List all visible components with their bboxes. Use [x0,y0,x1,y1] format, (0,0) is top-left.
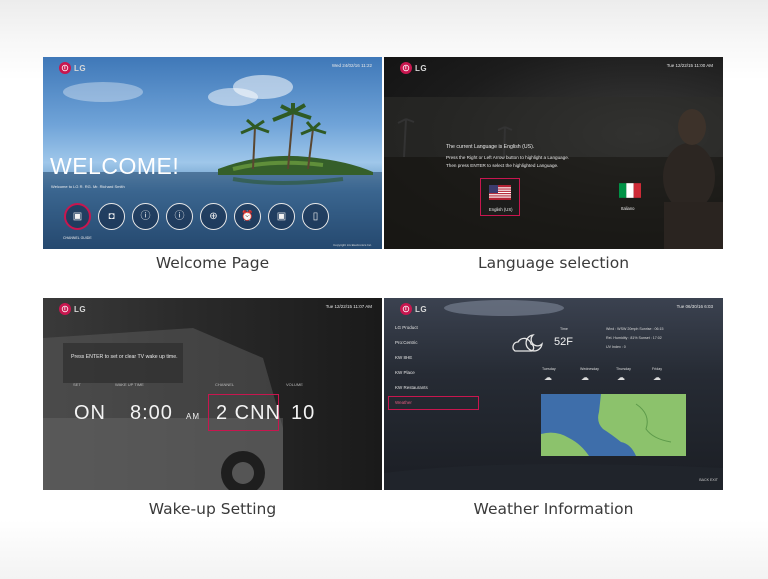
language-option-italian[interactable]: Italiano [616,181,646,215]
clock: Wed 24/02/16 11:22 [331,63,372,68]
active-button-label: CHANNEL GUIDE [63,236,92,240]
weather-information-screenshot: LG Tue 06/30/16 6:03 LG Product Pro:Cent… [384,298,723,490]
europe-map [541,394,686,456]
menu-item-kw-restaurants[interactable]: KW Restaurants [395,385,428,390]
cloud-icon: ☁ [581,373,589,382]
copyright-text: Copyright LG Electronics Inc. [333,243,372,247]
clock: Tue 12/22/15 11:07 AM [325,304,372,309]
wakeup-setting-screenshot: LG Tue 12/22/15 11:07 AM Press ENTER to … [43,298,382,490]
cloud-icon: ☁ [653,373,661,382]
lg-logo-icon [400,62,412,74]
clock: Tue 06/30/16 6:03 [676,304,713,309]
wind-info: Wind : WSW 20mph Sunrise : 06:15 [606,327,664,331]
caption-wakeup: Wake-up Setting [148,500,277,518]
back-exit-hint: BACK EXIT [699,478,718,482]
current-language-text: The current Language is English (US). [446,144,535,150]
cloud-icon: ☁ [617,373,625,382]
label-wakeup-time: WAKE UP TIME [115,382,144,387]
weather-map [541,394,686,456]
wakeup-time-value[interactable]: 8:00 [130,402,173,425]
lg-brand: LG [59,62,86,74]
bag-icon[interactable]: ◘ [98,203,125,230]
forecast-day-2: Wednesday [580,367,599,371]
us-flag-icon [489,185,511,200]
lg-logo-icon [59,303,71,315]
language-option-english[interactable]: English (US) [480,178,520,216]
language-selection-screenshot: LG Tue 12/22/15 11:00 AM The current Lan… [384,57,723,249]
welcome-title: WELCOME! [50,153,180,179]
info-icon[interactable]: ⓘ [132,203,159,230]
cloud-icon: ☁ [544,373,552,382]
caption-welcome: Welcome Page [155,254,270,272]
forecast-day-4: Friday [652,367,662,371]
current-temperature: 52F [554,336,573,348]
menu-item-weather[interactable]: Weather [395,400,412,405]
lg-logo-icon [400,303,412,315]
label-channel: CHANNEL [215,382,235,387]
menu-item-procentric[interactable]: Pro:Centric [395,340,418,345]
instruction-line-2: Then press ENTER to select the highlight… [446,163,559,168]
globe-icon[interactable]: ⊕ [200,203,227,230]
welcome-subtitle: Welcome to LG R. RG. Mr. Richard Smith [51,184,125,189]
lg-brand: LG [400,303,427,315]
lg-brand-text: LG [74,63,87,73]
caption-language: Language selection [477,254,630,272]
main-menu-icons: ▣ ◘ ⓘ ⓘ ⊕ ⏰ ▣ ▯ [64,203,329,230]
instruction-line-1: Press the Right or Left Arrow button to … [446,155,570,160]
lg-brand-text: LG [74,304,87,314]
menu-item-kw-place[interactable]: KW Place [395,370,415,375]
lg-brand: LG [59,303,86,315]
welcome-page-screenshot: LG Wed 24/02/16 11:22 WELCOME! Welcome t… [43,57,382,249]
wakeup-instruction: Press ENTER to set or clear TV wake up t… [71,354,178,360]
door-icon[interactable]: ▯ [302,203,329,230]
lg-brand: LG [400,62,427,74]
italy-flag-icon [619,183,641,198]
savanna-background [384,97,723,249]
tv-icon[interactable]: ▣ [64,203,91,230]
forecast-day-1: Tuesday [542,367,556,371]
lg-brand-text: LG [415,304,428,314]
wakeup-volume-value[interactable]: 10 [291,402,315,425]
info-icon[interactable]: ⓘ [166,203,193,230]
clock: Tue 12/22/15 11:00 AM [666,63,713,68]
caption-weather: Weather Information [473,500,634,518]
moon-cloud-icon [512,334,543,352]
wakeup-channel-value: 2 CNN [216,402,282,424]
menu-item-lg-product[interactable]: LG Product [395,325,418,330]
tv-star-icon[interactable]: ▣ [268,203,295,230]
menu-item-kw-8he[interactable]: KW 8HE [395,355,412,360]
lg-brand-text: LG [415,63,428,73]
wakeup-set-value[interactable]: ON [74,402,106,425]
uv-info: UV Index : 0 [606,345,626,349]
language-label-english: English (US) [489,207,513,212]
label-set: SET [73,382,81,387]
alarm-clock-icon[interactable]: ⏰ [234,203,261,230]
label-volume: VOLUME [286,382,303,387]
wakeup-ampm-value[interactable]: AM [186,412,200,421]
language-label-italian: Italiano [621,206,635,211]
lg-logo-icon [59,62,71,74]
humidity-info: Rel. Humidity : 81% Sunset : 17:02 [606,336,662,340]
forecast-day-3: Thursday [616,367,631,371]
time-label: Time [560,327,568,331]
